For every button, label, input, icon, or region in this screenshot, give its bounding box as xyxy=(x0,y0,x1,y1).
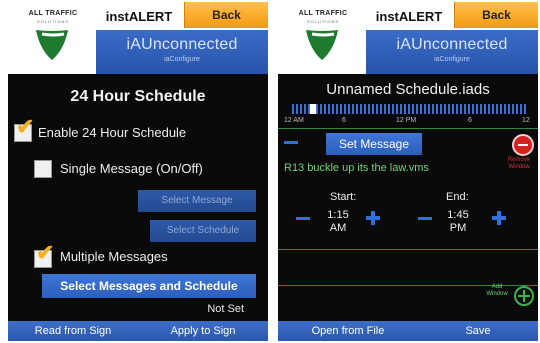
timeline-label: 6 xyxy=(342,117,346,124)
bottom-toolbar: Read from Sign Apply to Sign xyxy=(8,321,268,341)
end-time-value: 1:45 PM xyxy=(447,209,469,234)
all-traffic-logo: ALL TRAFFIC SOLUTIONS xyxy=(8,2,96,68)
end-decrement-icon[interactable] xyxy=(418,217,432,220)
logo-tagline: SOLUTIONS xyxy=(306,19,340,24)
leaf-logo-icon xyxy=(306,30,338,60)
remove-window-icon[interactable] xyxy=(512,134,534,156)
app-title: instALERT xyxy=(375,9,443,24)
checkmark-icon: ✔ xyxy=(16,114,35,139)
checkmark-icon: ✔ xyxy=(36,240,55,265)
bottom-toolbar: Open from File Save xyxy=(278,321,538,341)
all-traffic-logo: ALL TRAFFIC SOLUTIONS xyxy=(278,2,366,68)
open-from-file-button[interactable]: Open from File xyxy=(278,321,418,341)
select-schedule-button[interactable]: Select Schedule xyxy=(150,220,256,242)
start-label: Start: xyxy=(330,191,357,203)
timeline-window-marker xyxy=(310,104,316,114)
schedule-editor-screen: ALL TRAFFIC SOLUTIONS instALERT Back iAU… xyxy=(278,2,538,341)
connection-title: iAUnconnected xyxy=(126,36,238,53)
timeline-label: 12 AM xyxy=(284,117,304,124)
start-decrement-icon[interactable] xyxy=(296,217,310,220)
end-increment-icon[interactable] xyxy=(492,211,506,225)
timeline-label: 12 xyxy=(522,117,530,124)
save-button[interactable]: Save xyxy=(418,321,538,341)
connection-title: iAUnconnected xyxy=(396,36,508,53)
schedule-timeline[interactable] xyxy=(292,104,528,114)
leaf-logo-icon xyxy=(36,30,68,60)
schedule-status-text: Not Set xyxy=(207,303,244,315)
connection-subtitle: iaConfigure xyxy=(164,56,200,63)
app-title: instALERT xyxy=(105,9,173,24)
start-increment-icon[interactable] xyxy=(366,211,380,225)
logo-brand: ALL TRAFFIC xyxy=(28,10,78,17)
apply-to-sign-button[interactable]: Apply to Sign xyxy=(138,321,268,341)
schedule-panel: 24 Hour Schedule ✔ Enable 24 Hour Schedu… xyxy=(8,74,268,321)
timeline-label: 6 xyxy=(468,117,472,124)
set-message-button[interactable]: Set Message xyxy=(326,133,422,155)
start-time-value: 1:15 AM xyxy=(327,209,349,234)
connection-status: iAUnconnected iaConfigure xyxy=(366,30,538,74)
message-file-name: R13 buckle up its the law.vms xyxy=(284,162,429,174)
window-divider xyxy=(278,249,538,250)
schedule-settings-screen: ALL TRAFFIC SOLUTIONS instALERT Back iAU… xyxy=(8,2,268,341)
connection-subtitle: iaConfigure xyxy=(434,56,470,63)
back-button[interactable]: Back xyxy=(184,2,268,28)
add-window-label: Add Window xyxy=(486,284,508,297)
timeline-label: 12 PM xyxy=(396,117,417,124)
add-window-icon[interactable] xyxy=(514,286,534,306)
logo-brand: ALL TRAFFIC xyxy=(298,10,348,17)
timeline-bar xyxy=(292,104,528,114)
enable-24h-label: Enable 24 Hour Schedule xyxy=(38,125,187,140)
read-from-sign-button[interactable]: Read from Sign xyxy=(8,321,138,341)
remove-window-label: Remove Window xyxy=(507,157,531,170)
back-button[interactable]: Back xyxy=(454,2,538,28)
minus-icon[interactable] xyxy=(284,141,298,144)
multiple-messages-label: Multiple Messages xyxy=(60,249,168,264)
select-messages-and-schedule-button[interactable]: Select Messages and Schedule xyxy=(42,274,256,298)
schedule-window: Set Message Remove Window R13 buckle up … xyxy=(278,128,538,300)
schedule-file-title: Unnamed Schedule.iads xyxy=(326,81,490,98)
end-label: End: xyxy=(446,191,469,203)
single-message-label: Single Message (On/Off) xyxy=(60,161,203,176)
logo-tagline: SOLUTIONS xyxy=(36,19,70,24)
checkbox-box xyxy=(34,160,52,178)
select-message-button[interactable]: Select Message xyxy=(138,190,256,212)
connection-status: iAUnconnected iaConfigure xyxy=(96,30,268,74)
schedule-editor-panel: Unnamed Schedule.iads 12 AM 6 12 PM 6 12… xyxy=(278,74,538,321)
page-title: 24 Hour Schedule xyxy=(70,88,206,105)
